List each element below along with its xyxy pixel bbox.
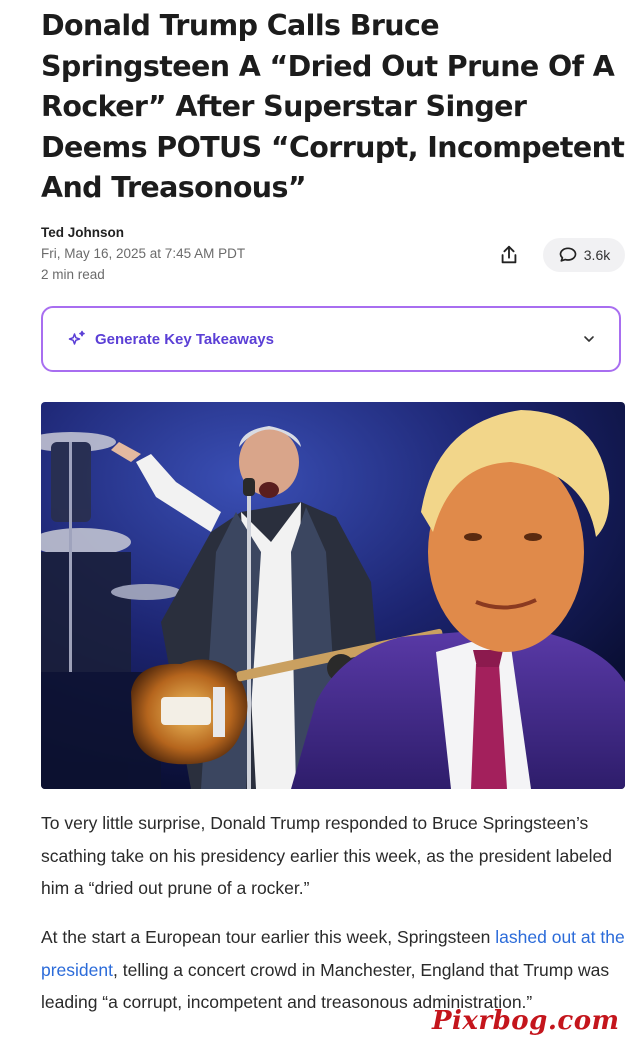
- share-icon: [501, 245, 517, 264]
- chevron-down-icon: [584, 336, 594, 342]
- article-headline: Donald Trump Calls Bruce Springsteen A “…: [41, 9, 625, 204]
- author-name[interactable]: Ted Johnson: [41, 225, 124, 240]
- comments-button[interactable]: 3.6k: [543, 238, 625, 272]
- paragraph-1: To very little surprise, Donald Trump re…: [41, 813, 613, 898]
- comment-count: 3.6k: [583, 247, 611, 263]
- paragraph-2-text-end: , telling a concert crowd in Manchester,…: [41, 959, 610, 1013]
- paragraph-2: At the start a European tour earlier thi…: [41, 921, 626, 1019]
- read-time: 2 min read: [41, 267, 105, 282]
- article-page: Donald Trump Calls Bruce Springsteen A “…: [0, 0, 639, 1060]
- watermark: Pixrbog.com: [432, 1006, 620, 1036]
- paragraph-2-text-start: At the start a European tour earlier thi…: [41, 927, 496, 947]
- sparkle-icon: [68, 330, 85, 345]
- speech-bubble-icon: [559, 247, 577, 262]
- generate-key-takeaways-button[interactable]: Generate Key Takeaways: [41, 306, 621, 372]
- publish-date: Fri, May 16, 2025 at 7:45 AM PDT: [41, 246, 246, 261]
- hero-image[interactable]: [41, 402, 625, 789]
- share-button[interactable]: [492, 238, 526, 272]
- takeaways-label: Generate Key Takeaways: [95, 330, 274, 348]
